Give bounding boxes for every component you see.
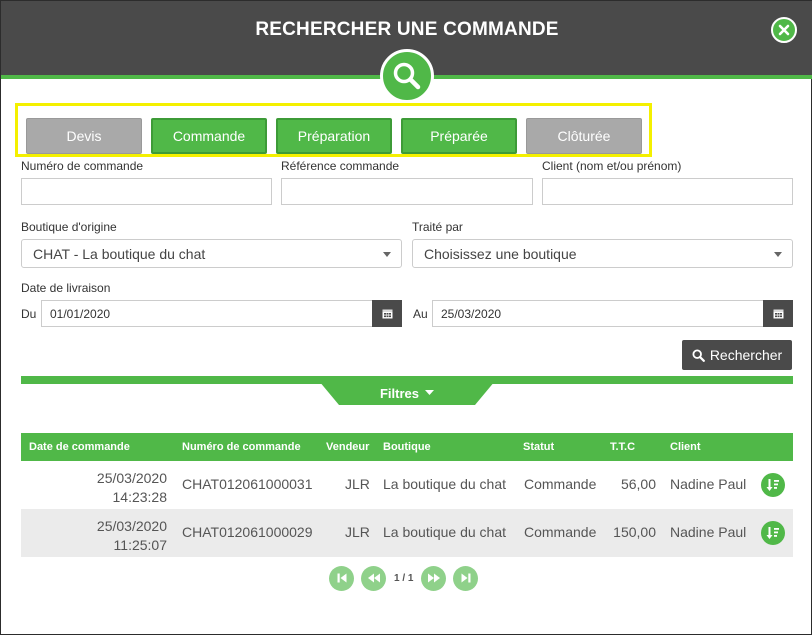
pagination: 1 / 1 xyxy=(329,565,479,591)
previous-page-button[interactable] xyxy=(361,565,386,591)
delivery-date-label: Date de livraison xyxy=(21,281,111,295)
search-button[interactable]: Rechercher xyxy=(682,340,792,370)
order-date-cell: 25/03/2020 11:25:07 xyxy=(21,517,167,555)
row-action-button[interactable] xyxy=(761,473,785,497)
orders-table: Date de commande Numéro de commande Vend… xyxy=(21,433,793,557)
status-filter-group: Devis Commande Préparation Préparée Clôt… xyxy=(15,103,652,157)
order-reference-label: Référence commande xyxy=(281,159,400,173)
order-time: 14:23:28 xyxy=(112,489,168,505)
last-page-icon xyxy=(461,573,471,583)
sort-amount-down-icon xyxy=(766,479,779,491)
column-header: Boutique xyxy=(383,441,431,453)
chevron-down-icon xyxy=(774,252,782,257)
column-header: Date de commande xyxy=(29,441,130,453)
fast-forward-icon xyxy=(427,573,440,583)
ttc-cell: 56,00 xyxy=(620,476,656,492)
date-from-input[interactable]: 01/01/2020 xyxy=(41,300,373,327)
chevron-down-icon xyxy=(383,252,391,257)
column-header: Client xyxy=(670,441,701,453)
handled-by-select[interactable]: Choisissez une boutique xyxy=(412,239,793,268)
calendar-icon xyxy=(773,309,783,319)
search-order-modal: RECHERCHER UNE COMMANDE Devis Commande P… xyxy=(0,0,812,635)
search-icon xyxy=(393,62,421,90)
column-header: Numéro de commande xyxy=(182,441,301,453)
search-button-label: Rechercher xyxy=(709,347,783,363)
order-date-cell: 25/03/2020 14:23:28 xyxy=(21,469,167,507)
filters-toggle[interactable]: Filtres xyxy=(319,381,495,405)
order-date: 25/03/2020 xyxy=(96,518,167,534)
client-cell: Nadine Paul xyxy=(670,476,747,492)
close-icon xyxy=(778,24,790,36)
status-preparee-button[interactable]: Préparée xyxy=(401,118,517,154)
date-from-calendar-button[interactable] xyxy=(372,300,402,327)
date-to-label: Au xyxy=(413,307,428,321)
client-cell: Nadine Paul xyxy=(670,524,747,540)
column-header: Vendeur xyxy=(326,441,370,453)
origin-shop-value: CHAT - La boutique du chat xyxy=(33,245,206,262)
search-icon xyxy=(692,348,705,362)
table-row[interactable]: 25/03/2020 14:23:28 CHAT012061000031 JLR… xyxy=(21,461,793,509)
origin-shop-select[interactable]: CHAT - La boutique du chat xyxy=(21,239,402,268)
status-cell: Commande xyxy=(524,476,597,492)
status-cloturee-button[interactable]: Clôturée xyxy=(526,118,642,154)
order-number-input[interactable] xyxy=(21,178,272,205)
status-cell: Commande xyxy=(524,524,597,540)
shop-cell: La boutique du chat xyxy=(383,524,506,540)
date-to-input[interactable]: 25/03/2020 xyxy=(432,300,764,327)
rewind-icon xyxy=(367,573,380,583)
order-date: 25/03/2020 xyxy=(96,470,167,486)
status-preparation-button[interactable]: Préparation xyxy=(276,118,392,154)
page-indicator: 1 / 1 xyxy=(394,572,414,584)
next-page-button[interactable] xyxy=(421,565,447,591)
client-label: Client (nom et/ou prénom) xyxy=(542,159,682,173)
handled-by-label: Traité par xyxy=(412,220,463,234)
order-time: 11:25:07 xyxy=(113,537,167,553)
modal-title: RECHERCHER UNE COMMANDE xyxy=(255,19,559,40)
column-header: Statut xyxy=(523,441,555,453)
order-reference-input[interactable] xyxy=(281,178,533,205)
first-page-button[interactable] xyxy=(329,565,354,591)
table-row[interactable]: 25/03/2020 11:25:07 CHAT012061000029 JLR… xyxy=(21,509,793,557)
caret-down-icon xyxy=(425,390,434,395)
sort-amount-down-icon xyxy=(766,527,779,539)
status-commande-button[interactable]: Commande xyxy=(151,118,267,154)
origin-shop-label: Boutique d'origine xyxy=(21,220,117,234)
search-badge xyxy=(380,49,434,103)
order-number-cell: CHAT012061000031 xyxy=(182,476,313,492)
row-action-button[interactable] xyxy=(761,521,785,545)
ttc-cell: 150,00 xyxy=(613,524,656,540)
client-input[interactable] xyxy=(542,178,793,205)
seller-cell: JLR xyxy=(345,476,370,492)
handled-by-value: Choisissez une boutique xyxy=(424,245,577,262)
close-button[interactable] xyxy=(771,17,797,43)
order-number-cell: CHAT012061000029 xyxy=(182,524,313,540)
column-header: T.T.C xyxy=(610,441,636,453)
table-header: Date de commande Numéro de commande Vend… xyxy=(21,433,793,461)
status-devis-button[interactable]: Devis xyxy=(26,118,142,154)
order-number-label: Numéro de commande xyxy=(21,159,144,173)
seller-cell: JLR xyxy=(345,524,370,540)
filters-label: Filtres xyxy=(379,385,419,401)
date-to-calendar-button[interactable] xyxy=(763,300,793,327)
first-page-icon xyxy=(337,573,346,583)
last-page-button[interactable] xyxy=(453,565,479,591)
calendar-icon xyxy=(382,309,392,319)
date-from-label: Du xyxy=(21,307,37,321)
shop-cell: La boutique du chat xyxy=(383,476,506,492)
